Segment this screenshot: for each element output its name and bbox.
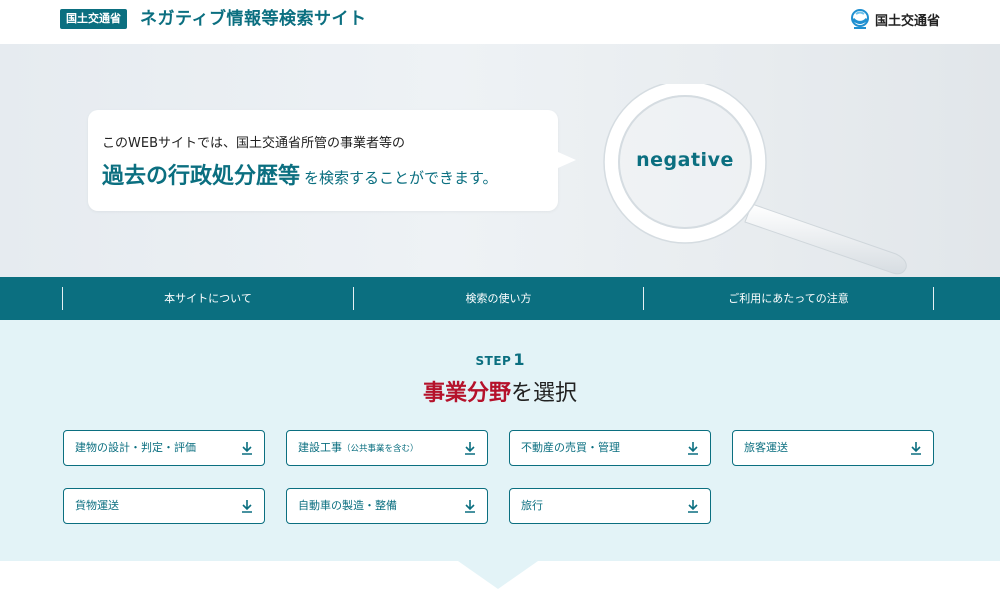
hero-banner: このWEBサイトでは、国土交通省所管の事業者等の 過去の行政処分歴等 を検索するこ…	[0, 44, 1000, 277]
magnifier-icon	[603, 84, 907, 275]
step-word: STEP	[475, 354, 512, 368]
section-pointer	[458, 561, 538, 589]
field-label: 不動産の売買・管理	[521, 441, 620, 454]
nav-divider	[933, 287, 934, 310]
step-section: STEP 1 事業分野を選択 建物の設計・判定・評価 建設工事（公共事業を含む） …	[0, 320, 1000, 561]
field-real-estate-button[interactable]: 不動産の売買・管理	[509, 430, 711, 466]
down-arrow-icon	[688, 500, 698, 513]
hero-headline: 過去の行政処分歴等 を検索することができます。	[102, 158, 498, 190]
lens-word: negative	[636, 149, 734, 171]
logo-text: 国土交通省	[874, 13, 940, 29]
down-arrow-icon	[242, 442, 252, 455]
field-freight-transport-button[interactable]: 貨物運送	[63, 488, 265, 524]
field-label: 建設工事（公共事業を含む）	[298, 431, 419, 466]
field-label: 旅行	[521, 499, 543, 512]
field-label: 貨物運送	[75, 499, 119, 512]
field-label-note: （公共事業を含む）	[342, 444, 419, 454]
step-number: 1	[513, 350, 525, 369]
nav-how-to-search[interactable]: 検索の使い方	[353, 287, 643, 310]
mlit-logo-icon	[850, 9, 869, 29]
down-arrow-icon	[911, 442, 921, 455]
field-building-design-button[interactable]: 建物の設計・判定・評価	[63, 430, 265, 466]
hero-headline-strong: 過去の行政処分歴等	[102, 164, 301, 189]
down-arrow-icon	[242, 500, 252, 513]
nav-about[interactable]: 本サイトについて	[62, 287, 353, 310]
down-arrow-icon	[465, 442, 475, 455]
field-label: 自動車の製造・整備	[298, 499, 397, 512]
field-construction-button[interactable]: 建設工事（公共事業を含む）	[286, 430, 488, 466]
speech-bubble: このWEBサイトでは、国土交通省所管の事業者等の 過去の行政処分歴等 を検索するこ…	[88, 110, 576, 211]
site-title[interactable]: ネガティブ情報等検索サイト	[140, 6, 366, 32]
down-arrow-icon	[688, 442, 698, 455]
ministry-badge[interactable]: 国土交通省	[60, 9, 127, 29]
step-label: STEP 1	[0, 350, 1000, 369]
ministry-logo[interactable]: 国土交通省	[849, 8, 940, 30]
step-title-rest: を選択	[511, 381, 578, 406]
hero-headline-rest: を検索することができます。	[304, 169, 498, 187]
field-travel-button[interactable]: 旅行	[509, 488, 711, 524]
down-arrow-icon	[465, 500, 475, 513]
field-label: 建物の設計・判定・評価	[75, 441, 196, 454]
step-title-accent: 事業分野	[422, 381, 511, 406]
hero-intro-text: このWEBサイトでは、国土交通省所管の事業者等の	[102, 136, 405, 151]
site-header: 国土交通省 ネガティブ情報等検索サイト 国土交通省	[0, 0, 1000, 44]
field-label-main: 建設工事	[298, 441, 342, 454]
field-passenger-transport-button[interactable]: 旅客運送	[732, 430, 934, 466]
step-title: 事業分野を選択	[0, 375, 1000, 407]
nav-usage-notes[interactable]: ご利用にあたっての注意	[643, 287, 933, 310]
field-label: 旅客運送	[744, 441, 788, 454]
main-nav: 本サイトについて 検索の使い方 ご利用にあたっての注意	[0, 277, 1000, 320]
field-automobile-button[interactable]: 自動車の製造・整備	[286, 488, 488, 524]
